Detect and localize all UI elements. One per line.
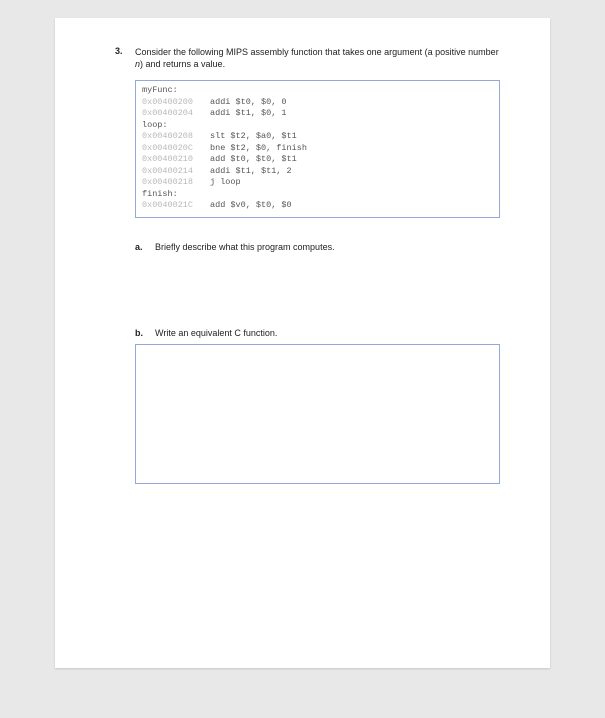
prompt-part-b: ) and returns a value. — [140, 59, 225, 69]
code-label-finish: finish: — [142, 189, 178, 199]
code-label-loop: loop: — [142, 120, 168, 130]
code-instr: slt $t2, $a0, $t1 — [210, 131, 297, 141]
sub-a-letter: a. — [135, 242, 147, 252]
question-number: 3. — [115, 46, 127, 56]
code-addr: 0x00400214 — [142, 166, 210, 177]
document-page: 3. Consider the following MIPS assembly … — [55, 18, 550, 668]
sub-b-letter: b. — [135, 328, 147, 338]
code-addr: 0x00400204 — [142, 108, 210, 119]
spacer — [115, 258, 500, 328]
question-text: Consider the following MIPS assembly fun… — [135, 46, 500, 70]
code-instr: bne $t2, $0, finish — [210, 143, 307, 153]
code-label-myfunc: myFunc: — [142, 85, 178, 95]
code-instr: add $v0, $t0, $0 — [210, 200, 292, 210]
answer-box-b — [135, 344, 500, 484]
code-instr: addi $t1, $0, 1 — [210, 108, 287, 118]
prompt-part-a: Consider the following MIPS assembly fun… — [135, 47, 499, 57]
code-instr: addi $t0, $0, 0 — [210, 97, 287, 107]
code-addr: 0x00400200 — [142, 97, 210, 108]
code-instr: addi $t1, $t1, 2 — [210, 166, 292, 176]
code-addr: 0x0040021C — [142, 200, 210, 211]
sub-b-text: Write an equivalent C function. — [155, 328, 277, 338]
code-instr: add $t0, $t0, $t1 — [210, 154, 297, 164]
code-addr: 0x00400210 — [142, 154, 210, 165]
code-addr: 0x0040020C — [142, 143, 210, 154]
code-listing: myFunc: 0x00400200addi $t0, $0, 0 0x0040… — [135, 80, 500, 218]
sub-a-text: Briefly describe what this program compu… — [155, 242, 335, 252]
code-instr: j loop — [210, 177, 241, 187]
subquestion-a-row: a. Briefly describe what this program co… — [135, 242, 500, 252]
question-row: 3. Consider the following MIPS assembly … — [115, 46, 500, 70]
code-addr: 0x00400218 — [142, 177, 210, 188]
code-addr: 0x00400208 — [142, 131, 210, 142]
subquestion-b-row: b. Write an equivalent C function. — [135, 328, 500, 338]
